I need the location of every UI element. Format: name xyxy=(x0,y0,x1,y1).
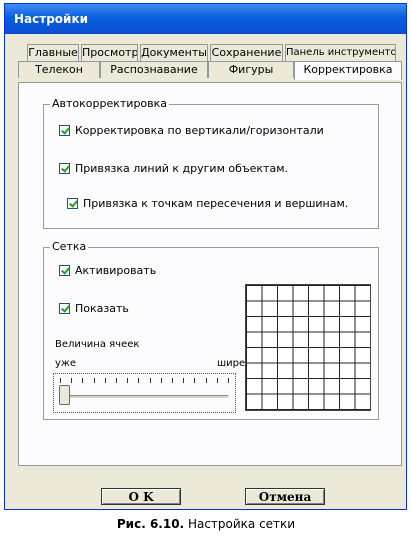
slider-tick xyxy=(183,378,185,383)
tab-recognition[interactable]: Распознавание xyxy=(100,61,208,78)
grid-activate-option[interactable]: Активировать xyxy=(59,264,156,278)
slider-tick xyxy=(127,378,129,383)
slider-tick xyxy=(138,378,140,383)
figure-number: Рис. 6.10. xyxy=(116,517,185,531)
grid-preview xyxy=(245,284,371,411)
grid-activate-label: Активировать xyxy=(75,264,157,277)
slider-track xyxy=(59,395,229,399)
slider-tick xyxy=(93,378,95,383)
snap-orthogonal-option[interactable]: Корректировка по вертикали/горизонтали xyxy=(59,124,324,138)
snap-to-points-option[interactable]: Привязка к точкам пересечения и вершинам… xyxy=(67,197,348,211)
cell-size-label: Величина ячеек xyxy=(55,339,140,350)
ok-button[interactable]: O K xyxy=(101,488,181,505)
snap-to-objects-label: Привязка линий к другим объектам. xyxy=(75,162,289,175)
grid-legend: Сетка xyxy=(50,240,89,254)
tab-shapes[interactable]: Фигуры xyxy=(208,61,294,78)
autocorrect-legend: Автокорректировка xyxy=(50,97,170,111)
figure-caption: Рис. 6.10. Настройка сетки xyxy=(0,517,412,531)
cancel-button[interactable]: Отмена xyxy=(245,488,325,505)
slider-tick xyxy=(160,378,162,383)
checkbox-checked-icon[interactable] xyxy=(59,163,70,174)
slider-min-label: уже xyxy=(55,358,77,369)
slider-tick xyxy=(172,378,173,383)
figure-title: Настройка сетки xyxy=(187,517,296,531)
slider-tick xyxy=(216,378,218,383)
slider-tick xyxy=(82,378,84,383)
slider-tick xyxy=(116,378,117,383)
checkbox-checked-icon[interactable] xyxy=(59,125,70,136)
tab-correction[interactable]: Корректировка xyxy=(294,61,402,80)
tab-toolbar[interactable]: Панель инструментов xyxy=(285,44,396,61)
slider-thumb[interactable] xyxy=(59,385,70,405)
tab-documents[interactable]: Документы xyxy=(140,44,208,61)
slider-ticks xyxy=(60,378,229,384)
slider-tick xyxy=(71,378,73,383)
slider-tick xyxy=(228,378,229,383)
settings-dialog: Настройки Главные Просмотр Документы Сох… xyxy=(4,3,407,510)
slider-tick xyxy=(205,378,207,383)
cell-size-slider[interactable] xyxy=(53,373,236,413)
slider-tick xyxy=(104,378,106,383)
grid-show-label: Показать xyxy=(75,302,129,315)
tab-telecon[interactable]: Телекон xyxy=(18,61,100,78)
checkbox-checked-icon[interactable] xyxy=(59,303,70,314)
tab-saving[interactable]: Сохранение xyxy=(210,44,283,61)
title-bar[interactable]: Настройки xyxy=(5,4,406,34)
snap-to-objects-option[interactable]: Привязка линий к другим объектам. xyxy=(59,162,288,176)
checkbox-checked-icon[interactable] xyxy=(67,198,78,209)
grid-show-option[interactable]: Показать xyxy=(59,302,129,316)
slider-tick xyxy=(60,378,61,383)
window-title: Настройки xyxy=(14,12,89,26)
snap-to-points-label: Привязка к точкам пересечения и вершинам… xyxy=(83,197,349,210)
tab-main[interactable]: Главные xyxy=(27,44,79,61)
snap-orthogonal-label: Корректировка по вертикали/горизонтали xyxy=(75,124,324,137)
checkbox-checked-icon[interactable] xyxy=(59,265,70,276)
tab-view[interactable]: Просмотр xyxy=(81,44,138,61)
slider-tick xyxy=(194,378,196,383)
slider-tick xyxy=(149,378,151,383)
slider-max-label: шире xyxy=(217,358,246,369)
